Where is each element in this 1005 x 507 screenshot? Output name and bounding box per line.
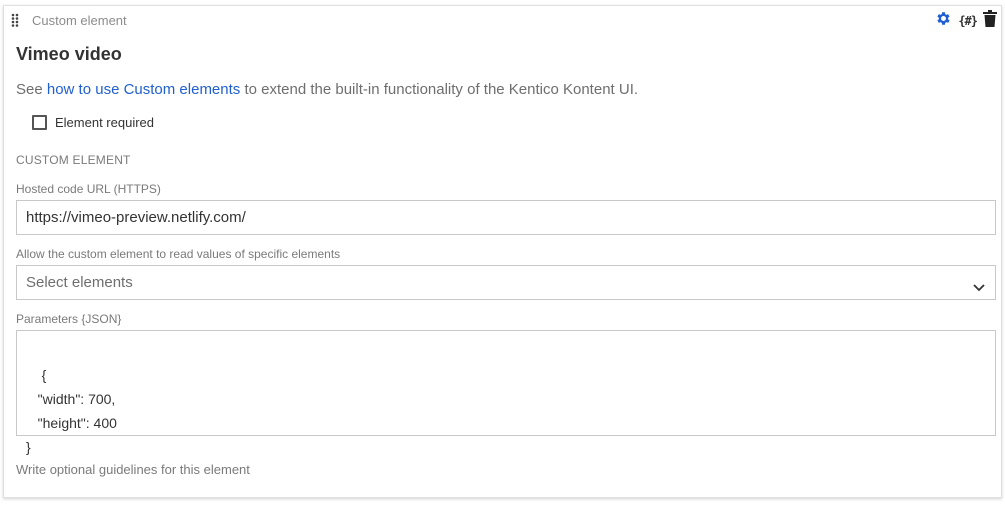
custom-element-section-title: CUSTOM ELEMENT <box>16 153 131 167</box>
codename-button[interactable]: {#} <box>958 14 978 28</box>
header-actions: {#} <box>935 10 997 32</box>
chevron-down-icon <box>973 279 985 296</box>
hosted-url-value: https://vimeo-preview.netlify.com/ <box>26 209 246 226</box>
element-title: Vimeo video <box>16 44 122 64</box>
hosted-url-input[interactable]: https://vimeo-preview.netlify.com/ <box>16 200 996 235</box>
custom-element-card: Custom element {#} Vimeo video See how t… <box>3 5 1002 498</box>
settings-button[interactable] <box>935 10 952 32</box>
element-type-label: Custom element <box>32 13 127 28</box>
trash-icon <box>983 10 997 32</box>
gear-icon <box>935 10 952 32</box>
element-required-toggle[interactable]: Element required <box>32 115 154 130</box>
hosted-url-label: Hosted code URL (HTTPS) <box>16 182 161 196</box>
drag-handle-icon[interactable] <box>11 13 19 27</box>
description-prefix: See <box>16 81 47 98</box>
codename-icon: {#} <box>958 14 978 28</box>
parameters-value: { "width": 700, "height": 400 } <box>26 367 117 455</box>
parameters-label: Parameters {JSON} <box>16 312 122 326</box>
description-suffix: to extend the built-in functionality of … <box>240 81 639 98</box>
element-required-label: Element required <box>55 115 154 130</box>
allowed-elements-select[interactable]: Select elements <box>16 265 996 300</box>
parameters-textarea[interactable]: { "width": 700, "height": 400 } <box>16 330 996 455</box>
element-required-checkbox[interactable] <box>32 115 47 130</box>
delete-button[interactable] <box>983 10 997 32</box>
resize-grip-icon[interactable] <box>985 425 994 434</box>
guidelines-input[interactable]: Write optional guidelines for this eleme… <box>16 462 250 477</box>
element-description: See how to use Custom elements to extend… <box>16 81 638 98</box>
allowed-elements-label: Allow the custom element to read values … <box>16 247 341 261</box>
allowed-elements-placeholder: Select elements <box>26 274 133 291</box>
custom-elements-help-link[interactable]: how to use Custom elements <box>47 81 240 98</box>
card-header: Custom element {#} <box>4 6 1001 34</box>
